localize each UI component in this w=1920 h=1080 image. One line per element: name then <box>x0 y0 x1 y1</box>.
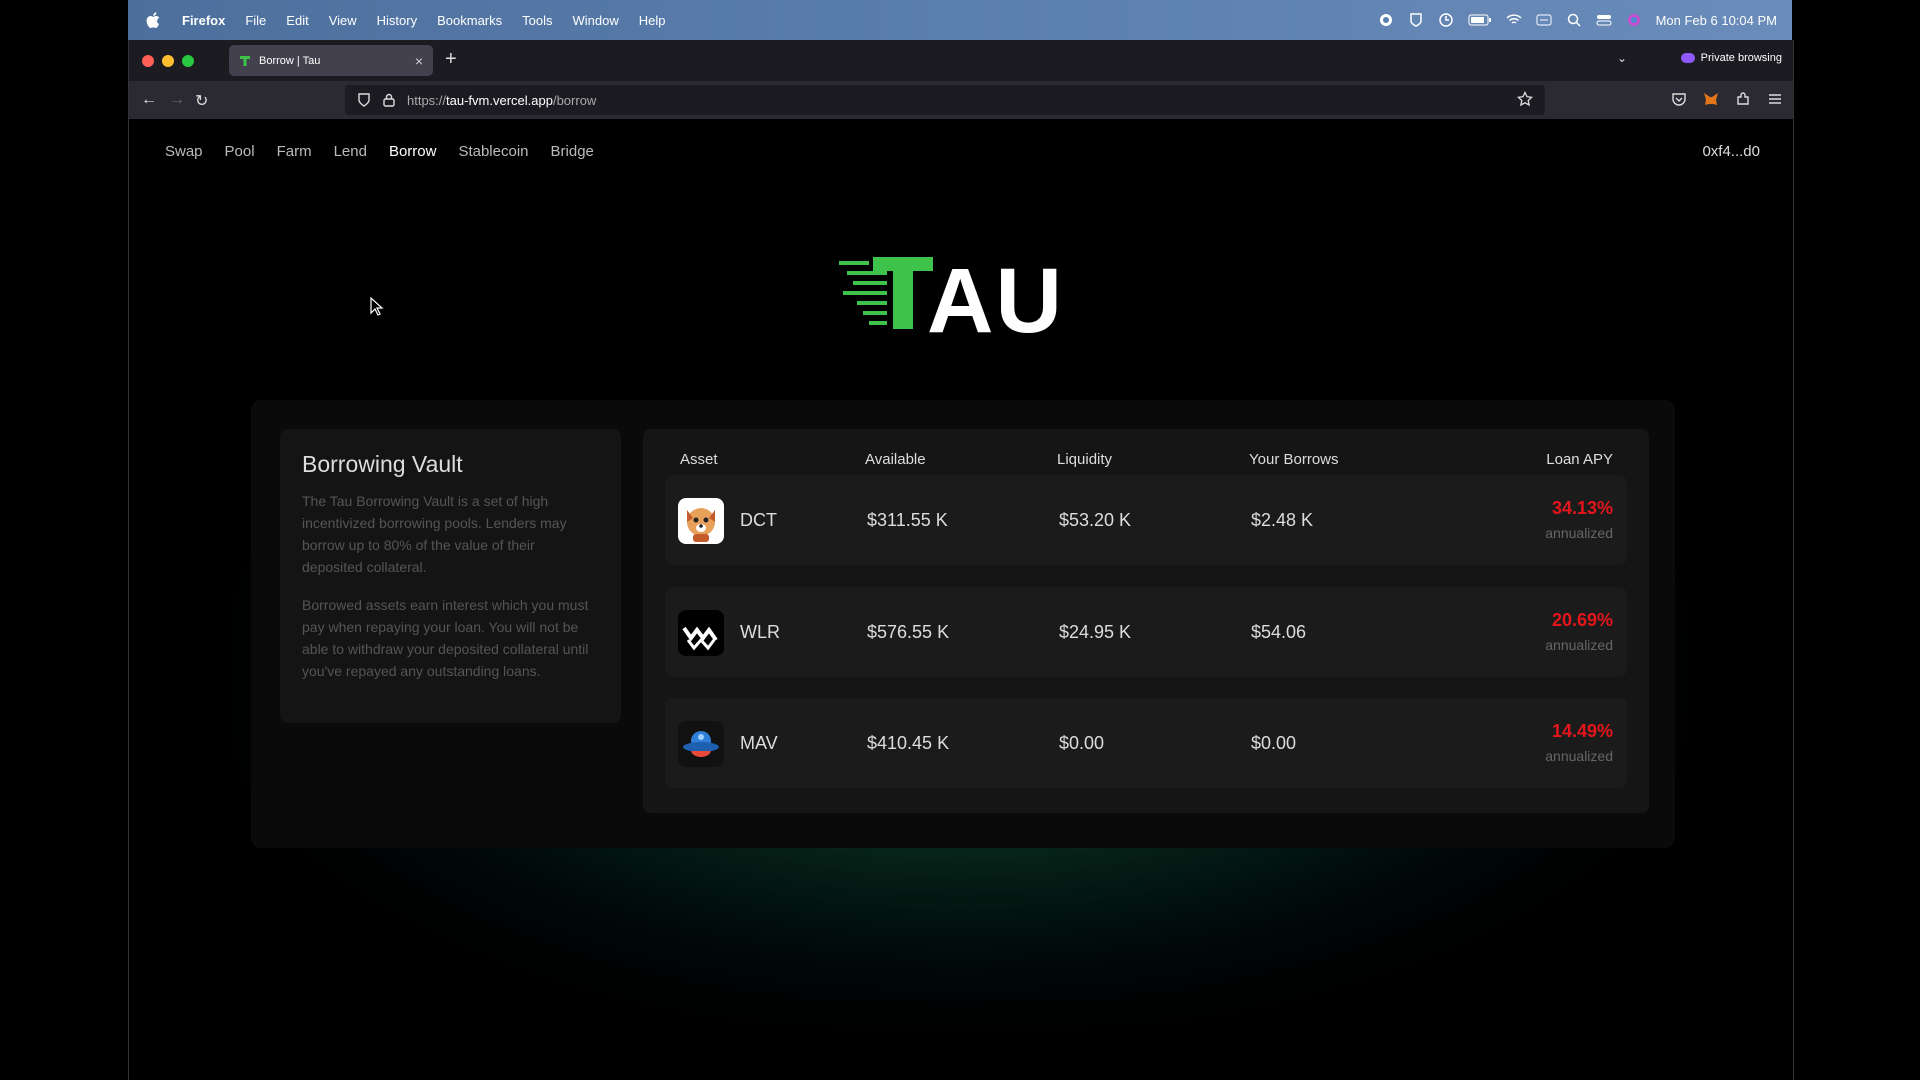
private-browsing-label: Private browsing <box>1700 52 1782 64</box>
menu-history[interactable]: History <box>377 13 417 28</box>
apy-annualized-label: annualized <box>1545 748 1613 764</box>
apy-annualized-label: annualized <box>1545 525 1613 541</box>
metamask-extension-icon[interactable] <box>1703 91 1719 107</box>
page-content: Swap Pool Farm Lend Borrow Stablecoin Br… <box>129 119 1793 1080</box>
nav-bridge[interactable]: Bridge <box>551 143 594 160</box>
spotlight-search-icon[interactable] <box>1566 13 1582 27</box>
nav-stablecoin[interactable]: Stablecoin <box>458 143 528 160</box>
tab-bar: Borrow | Tau × + ⌄ Private browsing <box>129 40 1793 81</box>
vault-info-card: Borrowing Vault The Tau Borrowing Vault … <box>280 429 621 723</box>
navigation-toolbar: ← → ↻ https://tau-fvm.vercel.app/borrow <box>129 81 1793 119</box>
borrowing-vault-panel: Borrowing Vault The Tau Borrowing Vault … <box>251 400 1675 848</box>
tracking-shield-icon[interactable] <box>357 93 371 107</box>
menu-app-name[interactable]: Firefox <box>182 13 225 28</box>
table-row[interactable]: WLR $576.55 K $24.95 K $54.06 20.69% ann… <box>665 587 1627 677</box>
apple-icon[interactable] <box>146 12 160 28</box>
menu-window[interactable]: Window <box>573 13 619 28</box>
menubar-datetime[interactable]: Mon Feb 6 10:04 PM <box>1656 13 1777 28</box>
header-liquidity: Liquidity <box>1057 451 1113 468</box>
loan-apy-value: 34.13% <box>1551 498 1613 518</box>
wifi-icon[interactable] <box>1506 13 1522 27</box>
menu-view[interactable]: View <box>329 13 357 28</box>
menu-help[interactable]: Help <box>639 13 666 28</box>
keyboard-icon[interactable] <box>1536 13 1552 27</box>
record-icon[interactable] <box>1378 13 1394 27</box>
private-mask-icon <box>1680 53 1695 63</box>
available-value: $311.55 K <box>867 510 948 530</box>
site-nav: Swap Pool Farm Lend Borrow Stablecoin Br… <box>165 143 594 160</box>
your-borrows-value: $0.00 <box>1251 733 1297 753</box>
pocket-icon[interactable] <box>1671 91 1687 107</box>
bookmark-star-icon[interactable] <box>1517 91 1533 107</box>
macos-menubar: Firefox File Edit View History Bookmarks… <box>128 0 1792 40</box>
vault-title: Borrowing Vault <box>302 451 463 477</box>
url-bar[interactable]: https://tau-fvm.vercel.app/borrow <box>345 85 1545 115</box>
control-center-icon[interactable] <box>1596 13 1612 27</box>
tau-t-speed-icon <box>839 257 933 329</box>
lock-icon[interactable] <box>383 93 395 107</box>
zoom-window-button[interactable] <box>182 54 194 67</box>
minimize-window-button[interactable] <box>162 54 174 67</box>
tab-title: Borrow | Tau <box>259 54 321 67</box>
url-text[interactable]: https://tau-fvm.vercel.app/borrow <box>407 93 596 108</box>
loan-apy-value: 20.69% <box>1551 610 1613 630</box>
menu-file[interactable]: File <box>245 13 266 28</box>
menu-edit[interactable]: Edit <box>286 13 308 28</box>
available-value: $410.45 K <box>867 733 950 753</box>
header-available: Available <box>865 451 926 468</box>
tab-borrow[interactable]: Borrow | Tau × <box>229 45 433 76</box>
nav-pool[interactable]: Pool <box>225 143 255 160</box>
available-value: $576.55 K <box>867 622 950 642</box>
header-asset: Asset <box>680 451 718 468</box>
wlr-icon <box>678 610 724 656</box>
ufo-icon <box>678 721 724 767</box>
time-machine-icon[interactable] <box>1438 13 1454 27</box>
reload-icon[interactable]: ↻ <box>195 91 208 111</box>
table-row[interactable]: MAV $410.45 K $0.00 $0.00 14.49% annuali… <box>665 698 1627 788</box>
loan-apy-value: 14.49% <box>1551 721 1613 741</box>
shield-status-icon[interactable] <box>1408 13 1424 27</box>
header-your-borrows: Your Borrows <box>1249 451 1339 468</box>
tau-logo: AU <box>839 250 1062 352</box>
asset-symbol: MAV <box>740 733 778 753</box>
apy-annualized-label: annualized <box>1545 637 1613 653</box>
forward-arrow-icon[interactable]: → <box>169 91 185 109</box>
asset-symbol: DCT <box>740 510 777 530</box>
window-controls <box>129 54 194 67</box>
header-loan-apy: Loan APY <box>1546 451 1613 468</box>
dog-icon <box>678 498 724 544</box>
siri-icon[interactable] <box>1626 13 1642 27</box>
liquidity-value: $53.20 K <box>1059 510 1132 530</box>
nav-borrow[interactable]: Borrow <box>389 143 437 160</box>
your-borrows-value: $2.48 K <box>1251 510 1314 530</box>
nav-farm[interactable]: Farm <box>277 143 312 160</box>
close-window-button[interactable] <box>142 54 154 67</box>
logo-wordmark: AU <box>927 250 1064 352</box>
liquidity-value: $24.95 K <box>1059 622 1132 642</box>
your-borrows-value: $54.06 <box>1251 622 1307 642</box>
back-arrow-icon[interactable]: ← <box>141 91 157 109</box>
tau-favicon-icon <box>240 55 250 66</box>
vault-description-2: Borrowed assets earn interest which you … <box>302 597 589 679</box>
tab-list-chevron-icon[interactable]: ⌄ <box>1617 51 1627 65</box>
menu-bookmarks[interactable]: Bookmarks <box>437 13 502 28</box>
extensions-icon[interactable] <box>1735 91 1751 107</box>
mouse-cursor-icon <box>370 297 384 316</box>
table-row[interactable]: DCT $311.55 K $53.20 K $2.48 K 34.13% an… <box>665 475 1627 565</box>
vault-description-1: The Tau Borrowing Vault is a set of high… <box>302 493 567 575</box>
menu-tools[interactable]: Tools <box>522 13 552 28</box>
liquidity-value: $0.00 <box>1059 733 1105 753</box>
asset-symbol: WLR <box>740 622 780 642</box>
nav-swap[interactable]: Swap <box>165 143 203 160</box>
close-tab-icon[interactable]: × <box>415 53 423 69</box>
private-browsing-indicator: Private browsing <box>1680 52 1782 64</box>
hamburger-menu-icon[interactable] <box>1767 91 1783 107</box>
borrow-table: Asset Available Liquidity Your Borrows L… <box>643 429 1649 813</box>
battery-icon[interactable] <box>1468 13 1492 27</box>
browser-window: Borrow | Tau × + ⌄ Private browsing ← → … <box>128 40 1794 1080</box>
new-tab-button[interactable]: + <box>445 48 457 71</box>
wallet-address-button[interactable]: 0xf4...d0 <box>1702 143 1760 160</box>
nav-lend[interactable]: Lend <box>334 143 367 160</box>
